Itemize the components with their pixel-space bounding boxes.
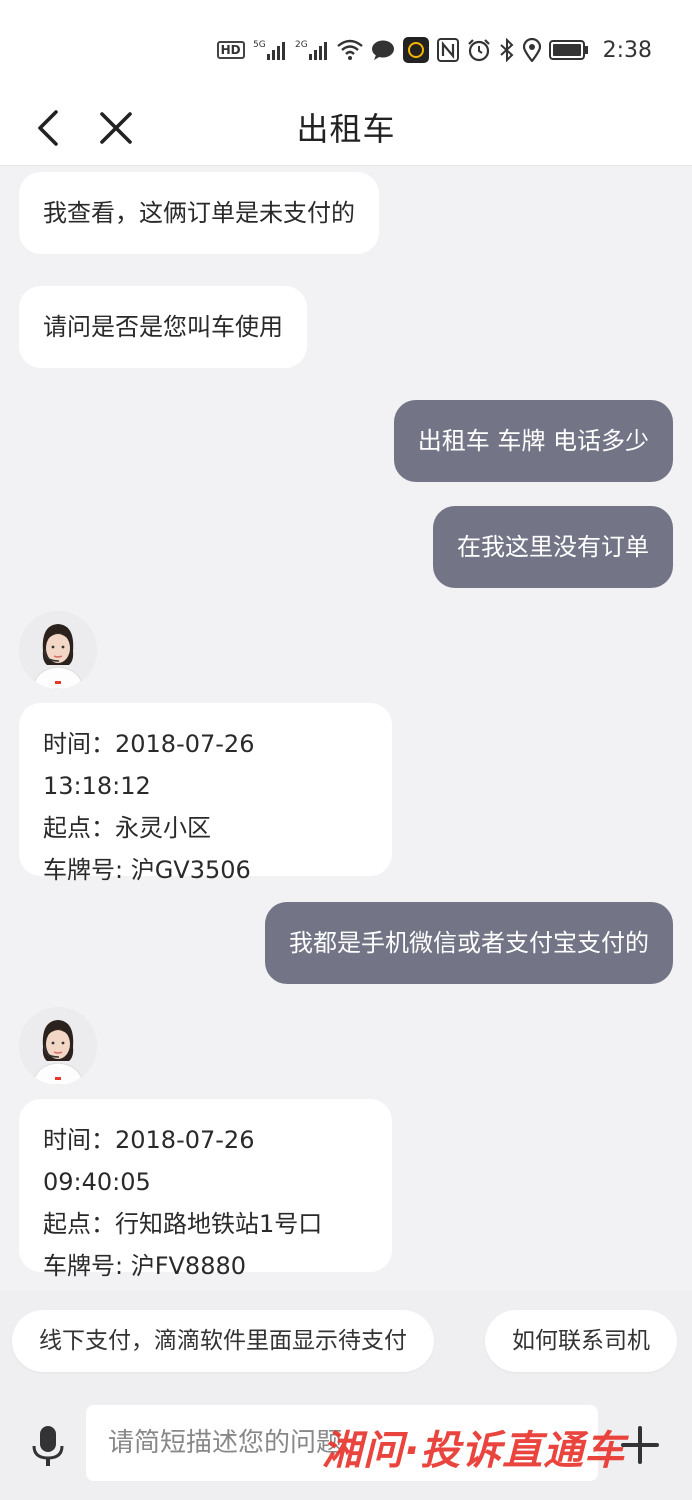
status-bar: HD 5G 2G 2:38 [0, 0, 692, 90]
bluetooth-icon [499, 38, 515, 62]
wifi-icon [336, 39, 363, 61]
agent-avatar-icon [19, 1007, 97, 1085]
message-icon [371, 39, 395, 61]
hd-icon: HD [216, 41, 245, 59]
plus-icon [621, 1426, 659, 1464]
status-icons: HD 5G 2G 2:38 [216, 34, 652, 66]
status-time: 2:38 [602, 37, 652, 63]
quick-reply-offline-payment[interactable]: 线下支付，滴滴软件里面显示待支付 [12, 1310, 434, 1372]
agent-message[interactable]: 我查看，这俩订单是未支付的 [19, 172, 379, 254]
order-time: 时间：2018-07-26 13:18:12 [43, 730, 255, 800]
svg-text:2G: 2G [295, 40, 308, 50]
message-text: 请问是否是您叫车使用 [43, 313, 283, 341]
order-plate: 车牌号: 沪FV8880 [43, 1252, 247, 1280]
message-text: 我查看，这俩订单是未支付的 [43, 199, 355, 227]
quick-replies: 线下支付，滴滴软件里面显示待支付 如何联系司机 [0, 1290, 692, 1400]
mic-icon [32, 1426, 64, 1466]
user-message[interactable]: 在我这里没有订单 [433, 506, 673, 588]
app-notification-icon [402, 37, 429, 63]
message-text: 出租车 车牌 电话多少 [417, 427, 649, 455]
battery-icon [548, 40, 589, 60]
voice-button[interactable] [30, 1424, 66, 1468]
signal-2g-icon: 2G [295, 38, 329, 62]
nfc-icon [436, 38, 459, 62]
signal-5g-icon: 5G [253, 38, 287, 62]
order-card[interactable]: 时间：2018-07-26 09:40:05 起点：行知路地铁站1号口 车牌号:… [19, 1099, 392, 1280]
agent-avatar[interactable] [19, 1007, 97, 1085]
watermark: 湘问·投诉直通车 [322, 1428, 626, 1474]
user-message[interactable]: 出租车 车牌 电话多少 [393, 400, 673, 482]
order-plate: 车牌号: 沪GV3506 [43, 856, 251, 884]
message-text: 我都是手机微信或者支付宝支付的 [289, 929, 649, 957]
agent-avatar-icon [19, 611, 97, 689]
add-button[interactable] [620, 1420, 660, 1470]
location-icon [522, 38, 541, 62]
user-message[interactable]: 我都是手机微信或者支付宝支付的 [265, 902, 673, 984]
quick-reply-contact-driver[interactable]: 如何联系司机 [485, 1310, 677, 1372]
order-origin: 起点：永灵小区 [43, 814, 211, 842]
svg-text:5G: 5G [253, 40, 266, 50]
alarm-icon [467, 38, 491, 62]
agent-message[interactable]: 请问是否是您叫车使用 [19, 286, 307, 368]
message-text: 在我这里没有订单 [457, 533, 649, 561]
order-origin: 起点：行知路地铁站1号口 [43, 1210, 323, 1238]
agent-avatar[interactable] [19, 611, 97, 689]
order-time: 时间：2018-07-26 09:40:05 [43, 1126, 255, 1196]
navigation-bar: 出租车 [0, 90, 692, 166]
page-title: 出租车 [296, 110, 396, 148]
order-card[interactable]: 时间：2018-07-26 13:18:12 起点：永灵小区 车牌号: 沪GV3… [19, 703, 392, 884]
